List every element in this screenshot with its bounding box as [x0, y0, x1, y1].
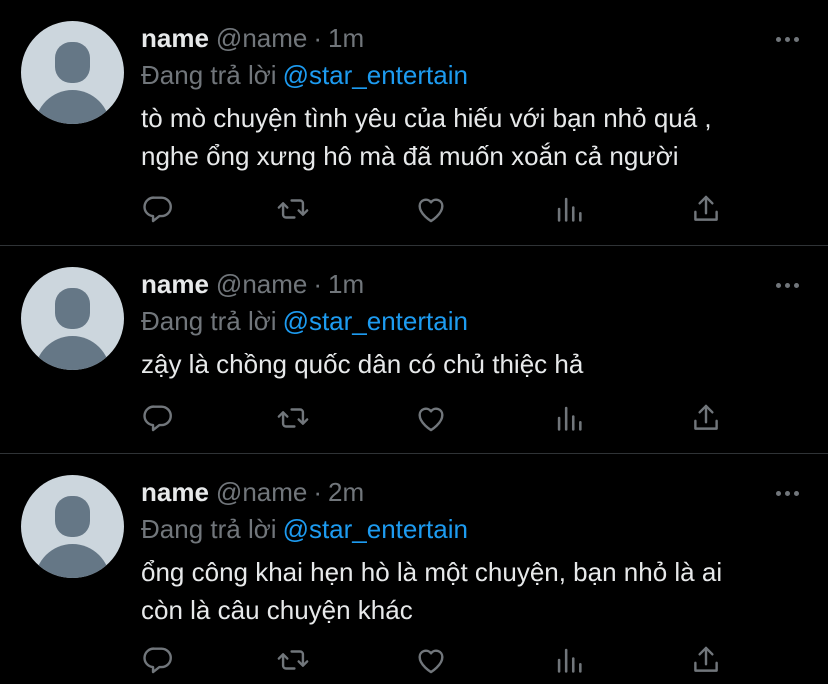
tweet-content: name @name · 2m Đang trả lời @star_entertain… [141, 473, 808, 629]
replying-to: Đang trả lời @star_entertain [141, 303, 808, 339]
user-handle[interactable]: @name [216, 23, 307, 53]
tweet-content: name @name · 1m Đang trả lời @star_entertain… [141, 265, 808, 383]
more-dots-icon[interactable] [776, 34, 800, 44]
replying-to: Đang trả lời @star_entertain [141, 57, 808, 93]
share-upload-icon[interactable] [689, 192, 725, 228]
tweet-text: tò mò chuyện tình yêu của hiếu với bạn n… [141, 103, 712, 171]
timestamp[interactable]: 1m [328, 23, 364, 53]
replying-to-label: Đang trả lời [141, 514, 277, 544]
tweet-item[interactable]: name @name · 2m Đang trả lời @star_entertain… [0, 454, 828, 684]
display-name[interactable]: name [141, 23, 209, 53]
separator-dot: · [313, 477, 323, 507]
tweet-text: ổng công khai hẹn hò là một chuyện, bạn … [141, 557, 723, 625]
user-handle[interactable]: @name [216, 269, 307, 299]
avatar-body-shape [35, 336, 110, 370]
replying-to-label: Đang trả lời [141, 306, 277, 336]
tweet-actions [141, 192, 731, 232]
avatar-head-shape [55, 288, 90, 329]
heart-icon[interactable] [414, 643, 450, 679]
separator-dot: · [313, 23, 323, 53]
share-upload-icon[interactable] [689, 401, 725, 437]
avatar-head-shape [55, 496, 90, 537]
avatar-body-shape [35, 544, 110, 578]
heart-icon[interactable] [414, 192, 450, 228]
tweet-content: name @name · 1m Đang trả lời @star_entertain… [141, 19, 808, 175]
timestamp[interactable]: 2m [328, 477, 364, 507]
mention-link[interactable]: @star_entertain [283, 306, 468, 336]
avatar[interactable] [21, 21, 124, 124]
avatar-body-shape [35, 90, 110, 124]
analytics-bars-icon[interactable] [552, 643, 588, 679]
mention-link[interactable]: @star_entertain [283, 514, 468, 544]
more-dots-icon[interactable] [776, 488, 800, 498]
timestamp[interactable]: 1m [328, 269, 364, 299]
reply-bubble-icon[interactable] [141, 643, 177, 679]
mention-link[interactable]: @star_entertain [283, 60, 468, 90]
retweet-icon[interactable] [276, 192, 312, 228]
tweet-text: zậy là chồng quốc dân có chủ thiệc hả [141, 349, 584, 379]
avatar[interactable] [21, 267, 124, 370]
replying-to-label: Đang trả lời [141, 60, 277, 90]
display-name[interactable]: name [141, 477, 209, 507]
tweet-item[interactable]: name @name · 1m Đang trả lời @star_entertain… [0, 246, 828, 454]
tweet-actions [141, 643, 731, 683]
display-name[interactable]: name [141, 269, 209, 299]
separator-dot: · [313, 269, 323, 299]
tweet-header: name @name · 1m [141, 265, 808, 303]
retweet-icon[interactable] [276, 643, 312, 679]
reply-bubble-icon[interactable] [141, 401, 177, 437]
avatar-head-shape [55, 42, 90, 83]
analytics-bars-icon[interactable] [552, 401, 588, 437]
reply-bubble-icon[interactable] [141, 192, 177, 228]
tweet-header: name @name · 1m [141, 19, 808, 57]
analytics-bars-icon[interactable] [552, 192, 588, 228]
heart-icon[interactable] [414, 401, 450, 437]
more-dots-icon[interactable] [776, 280, 800, 290]
retweet-icon[interactable] [276, 401, 312, 437]
user-handle[interactable]: @name [216, 477, 307, 507]
avatar[interactable] [21, 475, 124, 578]
tweet-feed: name @name · 1m Đang trả lời @star_entertain… [0, 0, 828, 684]
share-upload-icon[interactable] [689, 643, 725, 679]
tweet-header: name @name · 2m [141, 473, 808, 511]
tweet-item[interactable]: name @name · 1m Đang trả lời @star_entertain… [0, 0, 828, 246]
tweet-actions [141, 401, 731, 441]
replying-to: Đang trả lời @star_entertain [141, 511, 808, 547]
